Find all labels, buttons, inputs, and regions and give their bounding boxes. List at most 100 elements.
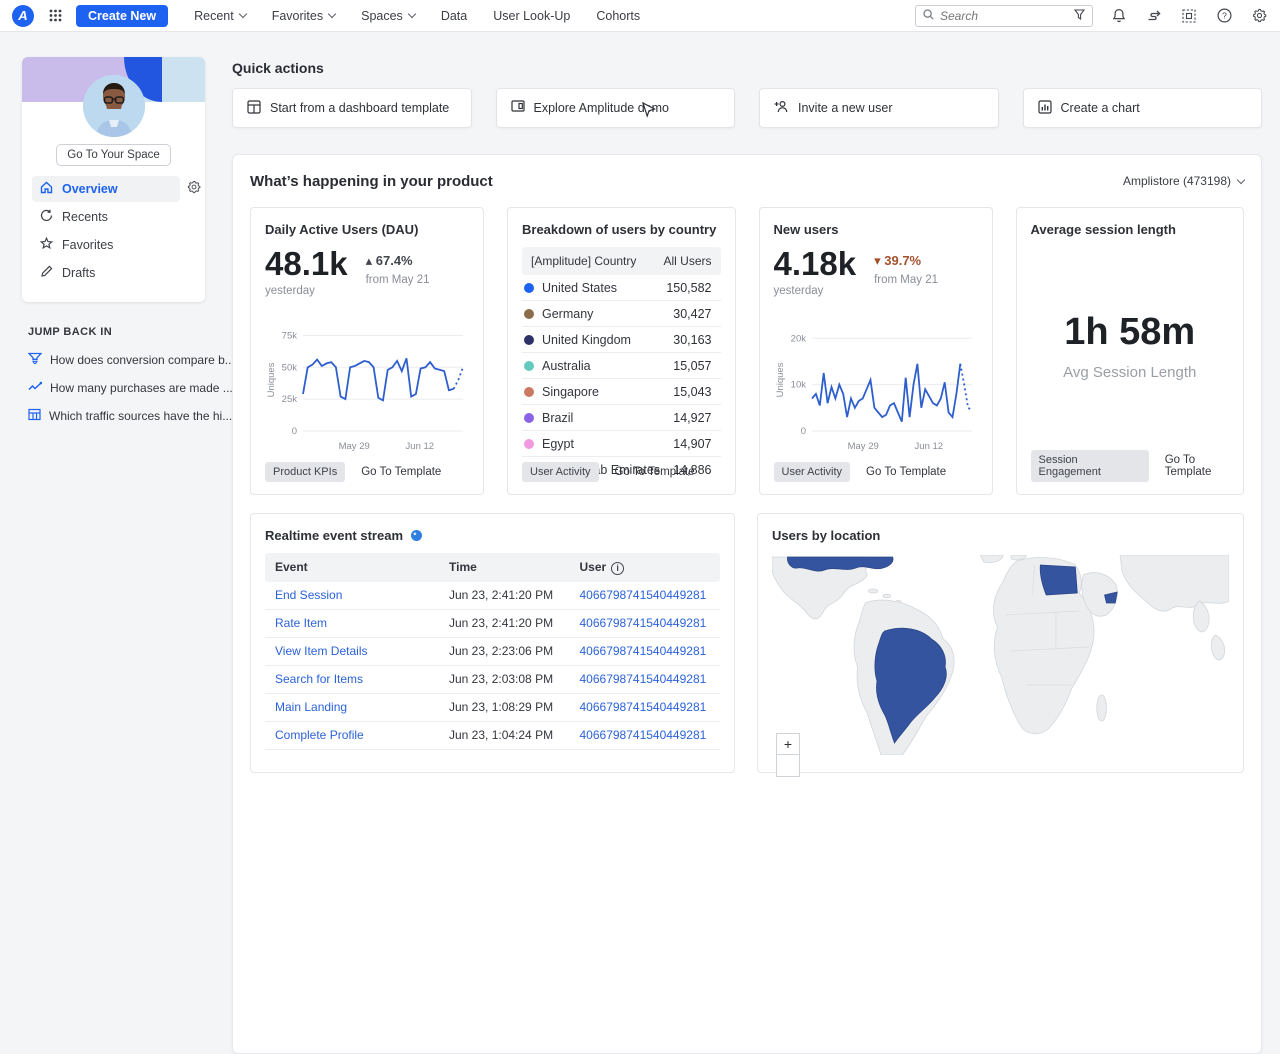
event-link[interactable]: View Item Details [275, 644, 449, 658]
event-row: Rate ItemJun 23, 2:41:20 PM4066798741540… [265, 610, 720, 638]
sidebar-item-label: Favorites [62, 238, 113, 252]
nav-favorites[interactable]: Favorites [272, 9, 335, 23]
user-id-link[interactable]: 4066798741540449281 [580, 644, 711, 658]
nav-spaces[interactable]: Spaces [361, 9, 415, 23]
sidebar-item-recents[interactable]: Recents [32, 204, 195, 230]
country-row[interactable]: Brazil14,927 [522, 405, 721, 431]
nav-cohorts[interactable]: Cohorts [596, 9, 640, 23]
info-icon[interactable]: i [611, 562, 624, 575]
sidebar: Go To Your Space Overview Recents [22, 57, 205, 436]
user-col-header: Useri [580, 560, 711, 575]
event-link[interactable]: End Session [275, 588, 449, 602]
user-id-link[interactable]: 4066798741540449281 [580, 728, 711, 742]
event-link[interactable]: Rate Item [275, 616, 449, 630]
country-name: United Kingdom [542, 333, 631, 347]
help-icon[interactable]: ? [1215, 7, 1233, 25]
nav-recent-label: Recent [194, 9, 234, 23]
country-tag-chip[interactable]: User Activity [522, 462, 599, 482]
jump-item-traffic[interactable]: Which traffic sources have the hi... [28, 408, 205, 424]
country-col-header: [Amplitude] Country [531, 254, 636, 268]
jump-item-conversion[interactable]: How does conversion compare b... [28, 352, 205, 368]
quick-action-label: Invite a new user [798, 101, 893, 115]
sidebar-item-overview[interactable]: Overview [32, 176, 180, 202]
user-id-link[interactable]: 4066798741540449281 [580, 588, 711, 602]
sidebar-gear-icon[interactable] [187, 180, 201, 199]
sidebar-item-favorites[interactable]: Favorites [32, 232, 195, 258]
map-zoom-in-button[interactable]: + [776, 733, 800, 755]
event-col-header: Event [275, 560, 449, 574]
go-to-your-space-button[interactable]: Go To Your Space [56, 144, 171, 166]
country-row[interactable]: Australia15,057 [522, 353, 721, 379]
settings-gear-icon[interactable] [1250, 7, 1268, 25]
event-stream-card: Realtime event stream Event Time Useri E… [250, 513, 735, 773]
event-table-header: Event Time Useri [265, 553, 720, 582]
map-zoom-out-button[interactable] [776, 755, 800, 777]
country-row[interactable]: Egypt14,907 [522, 431, 721, 457]
quick-action-dashboard-template[interactable]: Start from a dashboard template [232, 88, 472, 128]
quick-action-create-chart[interactable]: Create a chart [1023, 88, 1263, 128]
delta-up-icon: ▴ [366, 253, 373, 268]
new-users-go-to-template-link[interactable]: Go To Template [866, 466, 946, 478]
new-users-delta-caption: from May 21 [874, 274, 938, 286]
avatar[interactable] [83, 75, 145, 137]
new-users-card: New users 4.18k yesterday ▾ 39.7% from M… [759, 207, 993, 495]
search-input[interactable] [940, 9, 1068, 23]
jump-item-purchases[interactable]: How many purchases are made ... [28, 380, 205, 396]
user-id-link[interactable]: 4066798741540449281 [580, 672, 711, 686]
country-name: United States [542, 281, 617, 295]
event-row: Main LandingJun 23, 1:08:29 PM4066798741… [265, 694, 720, 722]
user-col-label: User [580, 560, 607, 574]
event-link[interactable]: Complete Profile [275, 728, 449, 742]
select-region-icon[interactable] [1180, 7, 1198, 25]
svg-text:Uniques: Uniques [266, 362, 277, 397]
new-users-tag-chip[interactable]: User Activity [774, 462, 851, 482]
quick-action-label: Start from a dashboard template [270, 101, 449, 115]
notifications-bell-icon[interactable] [1110, 7, 1128, 25]
profile-card: Go To Your Space Overview Recents [22, 57, 205, 302]
country-row[interactable]: United States150,582 [522, 275, 721, 301]
event-link[interactable]: Search for Items [275, 672, 449, 686]
nav-data[interactable]: Data [441, 9, 467, 23]
pathfinder-icon[interactable] [1145, 7, 1163, 25]
session-go-to-template-link[interactable]: Go To Template [1165, 454, 1243, 478]
dau-tag-chip[interactable]: Product KPIs [265, 462, 345, 482]
country-row[interactable]: United Kingdom30,163 [522, 327, 721, 353]
sidebar-item-drafts[interactable]: Drafts [32, 260, 195, 286]
country-row[interactable]: Germany30,427 [522, 301, 721, 327]
country-go-to-template-link[interactable]: Go To Template [615, 466, 695, 478]
nav-user-lookup[interactable]: User Look-Up [493, 9, 570, 23]
event-row: View Item DetailsJun 23, 2:23:06 PM40667… [265, 638, 720, 666]
quick-action-explore-demo[interactable]: Explore Amplitude demo [496, 88, 736, 128]
dau-delta-value: 67.4% [376, 253, 413, 268]
user-id-link[interactable]: 4066798741540449281 [580, 700, 711, 714]
svg-text:25k: 25k [282, 394, 298, 405]
user-id-link[interactable]: 4066798741540449281 [580, 616, 711, 630]
country-value: 14,907 [673, 437, 711, 451]
nav-recent[interactable]: Recent [194, 9, 246, 23]
country-row[interactable]: Singapore15,043 [522, 379, 721, 405]
svg-text:Uniques: Uniques [775, 362, 786, 397]
nav-spaces-label: Spaces [361, 9, 403, 23]
amplitude-logo[interactable]: A [12, 5, 34, 27]
nav-data-label: Data [441, 9, 467, 23]
session-tag-chip[interactable]: Session Engagement [1031, 450, 1149, 482]
users-col-header: All Users [663, 254, 711, 268]
search-filter-icon[interactable] [1074, 7, 1085, 25]
quick-action-invite-user[interactable]: Invite a new user [759, 88, 999, 128]
search-box[interactable] [915, 5, 1093, 27]
create-new-button[interactable]: Create New [76, 5, 168, 27]
apps-grid-icon[interactable] [44, 5, 66, 27]
world-map[interactable]: + [772, 555, 1229, 755]
quick-action-label: Create a chart [1061, 101, 1140, 115]
svg-text:Jun 12: Jun 12 [406, 441, 435, 452]
nav-cohorts-label: Cohorts [596, 9, 640, 23]
svg-text:10k: 10k [790, 380, 806, 391]
demo-browser-icon [511, 100, 525, 116]
event-link[interactable]: Main Landing [275, 700, 449, 714]
dau-go-to-template-link[interactable]: Go To Template [361, 466, 441, 478]
dau-value: 48.1k [265, 247, 348, 280]
line-chart-icon [28, 380, 42, 396]
svg-text:?: ? [1222, 10, 1227, 20]
sidebar-item-label: Recents [62, 210, 108, 224]
project-selector[interactable]: Amplistore (473198) [1123, 174, 1244, 188]
